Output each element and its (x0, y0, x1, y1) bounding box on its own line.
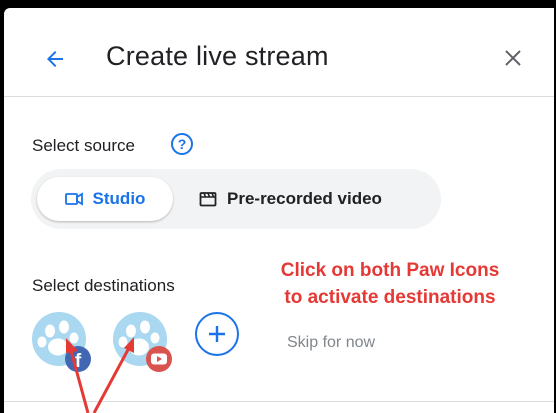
source-option-studio-label: Studio (92, 189, 146, 208)
destination-paw-facebook[interactable]: f (30, 311, 92, 373)
help-icon[interactable]: ? (171, 133, 193, 155)
instruction-annotation: Click on both Paw Icons to activate dest… (250, 257, 530, 311)
annotation-line-2: to activate destinations (284, 287, 496, 308)
add-destination-button[interactable] (195, 312, 239, 356)
clapperboard-icon (199, 192, 217, 207)
arrow-left-icon (47, 51, 63, 67)
source-option-pre-recorded[interactable]: Pre-recorded video (199, 177, 419, 221)
destination-paw-youtube[interactable] (111, 311, 173, 373)
page-title: Create live stream (106, 41, 329, 71)
facebook-badge-text: f (75, 351, 82, 372)
skip-for-now-link[interactable]: Skip for now (287, 334, 375, 352)
close-icon (505, 50, 521, 66)
select-source-label: Select source (32, 136, 135, 155)
camera-icon (64, 192, 83, 206)
dialog-header: Create live stream (4, 8, 554, 97)
annotation-line-1: Click on both Paw Icons (280, 260, 500, 281)
paw-facebook-icon: f (32, 312, 91, 372)
close-button[interactable] (500, 45, 526, 71)
source-option-pre-recorded-label: Pre-recorded video (227, 189, 382, 208)
source-toggle: Studio Pre-recorded video (31, 169, 441, 229)
footer-divider (4, 401, 554, 402)
plus-icon (209, 326, 225, 342)
select-destinations-label: Select destinations (32, 276, 175, 295)
create-live-stream-dialog: Create live stream Select source ? Studi… (4, 8, 554, 413)
source-option-studio[interactable]: Studio (37, 177, 173, 221)
paw-youtube-icon (113, 312, 172, 372)
back-button[interactable] (40, 44, 70, 74)
